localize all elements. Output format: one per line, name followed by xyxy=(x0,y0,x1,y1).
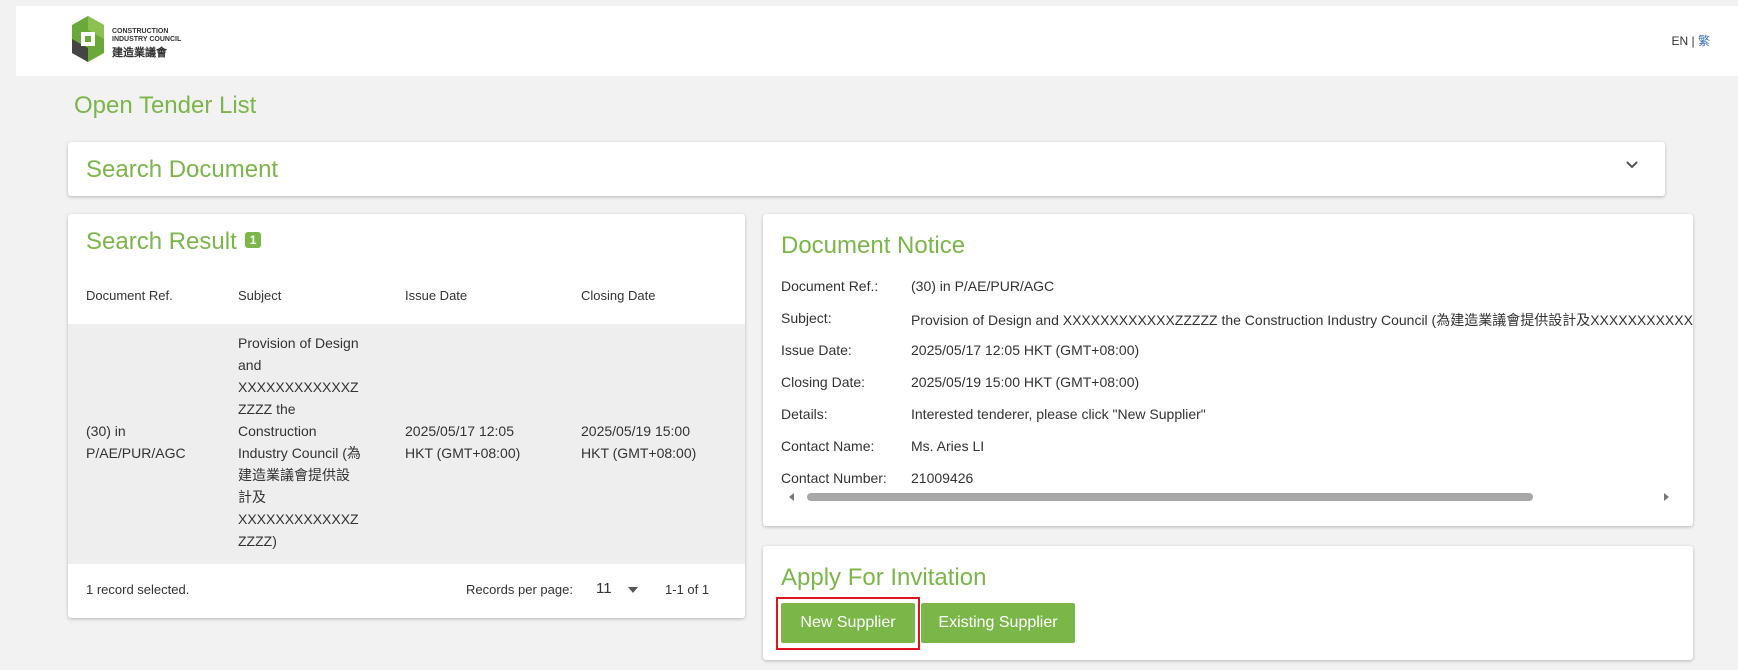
field-label-closing-date: Closing Date: xyxy=(781,374,866,390)
search-result-panel: Search Result 1 Document Ref. Subject Iss… xyxy=(68,214,745,618)
existing-supplier-button[interactable]: Existing Supplier xyxy=(921,603,1075,643)
apply-for-invitation-title: Apply For Invitation xyxy=(781,564,987,591)
records-per-page-label: Records per page: xyxy=(466,582,573,597)
cell-line: Construction xyxy=(238,423,317,439)
field-label-details: Details: xyxy=(781,406,828,422)
scroll-right-icon[interactable] xyxy=(1664,493,1669,501)
cic-logo-icon xyxy=(72,16,104,62)
field-value-document-ref: (30) in P/AE/PUR/AGC xyxy=(911,278,1055,294)
field-value-subject: Provision of Design and XXXXXXXXXXXXZZZZ… xyxy=(911,312,1693,328)
cell-line: 計及 xyxy=(238,489,266,505)
cell-line: 2025/05/19 15:00 xyxy=(581,423,690,439)
field-value-closing-date: 2025/05/19 15:00 HKT (GMT+08:00) xyxy=(911,374,1140,390)
page-title: Open Tender List xyxy=(74,92,257,119)
field-label-contact-number: Contact Number: xyxy=(781,470,887,486)
lang-tc-link[interactable]: 繁 xyxy=(1698,34,1710,48)
cell-subject: Provision of Design and XXXXXXXXXXXXZ ZZ… xyxy=(238,332,361,552)
result-count-badge: 1 xyxy=(244,231,262,248)
cell-line: (30) in xyxy=(86,423,126,439)
records-selected-text: 1 record selected. xyxy=(86,582,190,597)
cell-line: XXXXXXXXXXXXZ xyxy=(238,511,359,527)
language-switcher: EN | 繁 xyxy=(1672,32,1711,49)
column-header-subject[interactable]: Subject xyxy=(238,288,281,303)
cell-line: and xyxy=(238,357,262,373)
field-label-document-ref: Document Ref.: xyxy=(781,278,879,294)
cell-line: Provision of Design xyxy=(238,335,359,351)
cell-line: HKT (GMT+08:00) xyxy=(581,445,697,461)
cell-line: HKT (GMT+08:00) xyxy=(405,445,521,461)
records-per-page-select[interactable]: 11 xyxy=(596,580,612,597)
field-label-issue-date: Issue Date: xyxy=(781,342,852,358)
field-label-contact-name: Contact Name: xyxy=(781,438,875,454)
column-header-document-ref[interactable]: Document Ref. xyxy=(86,288,173,303)
cell-document-ref: (30) in P/AE/PUR/AGC xyxy=(86,420,186,464)
cell-line: 2025/05/17 12:05 xyxy=(405,423,514,439)
logo-chinese-text: 建造業議會 xyxy=(112,47,167,59)
pagination-range: 1-1 of 1 xyxy=(665,582,710,597)
apply-for-invitation-panel: Apply For Invitation New Supplier Existi… xyxy=(763,546,1693,660)
cell-line: XXXXXXXXXXXXZ xyxy=(238,379,359,395)
column-header-issue-date[interactable]: Issue Date xyxy=(405,288,467,303)
chevron-down-icon[interactable] xyxy=(1623,156,1641,174)
cell-line: 建造業議會提供設 xyxy=(238,467,350,483)
lang-en-link[interactable]: EN xyxy=(1672,34,1689,48)
document-notice-panel: Document Notice Document Ref.: (30) in P… xyxy=(763,214,1693,526)
cell-line: P/AE/PUR/AGC xyxy=(86,445,186,461)
field-value-details: Interested tenderer, please click "New S… xyxy=(911,406,1206,422)
top-header: CONSTRUCTION INDUSTRY COUNCIL 建造業議會 EN |… xyxy=(16,6,1738,76)
cell-closing-date: 2025/05/19 15:00 HKT (GMT+08:00) xyxy=(581,420,696,464)
document-notice-title: Document Notice xyxy=(781,232,966,259)
cell-line: ZZZZ) xyxy=(238,533,277,549)
field-value-issue-date: 2025/05/17 12:05 HKT (GMT+08:00) xyxy=(911,342,1140,358)
search-result-label: Search Result xyxy=(86,228,237,255)
search-document-panel[interactable]: Search Document xyxy=(68,142,1665,196)
field-label-subject: Subject: xyxy=(781,310,832,326)
column-header-closing-date[interactable]: Closing Date xyxy=(581,288,655,303)
scrollbar-thumb[interactable] xyxy=(807,493,1533,501)
search-document-label: Search Document xyxy=(86,156,279,183)
logo-text: CONSTRUCTION INDUSTRY COUNCIL xyxy=(112,28,182,43)
field-value-contact-name: Ms. Aries LI xyxy=(911,438,985,454)
scroll-left-icon[interactable] xyxy=(789,493,794,501)
cell-line: Industry Council (為 xyxy=(238,445,361,461)
cic-logo[interactable]: CONSTRUCTION INDUSTRY COUNCIL 建造業議會 xyxy=(70,14,200,68)
cell-issue-date: 2025/05/17 12:05 HKT (GMT+08:00) xyxy=(405,420,520,464)
search-result-title: Search Result 1 xyxy=(86,228,262,256)
horizontal-scrollbar[interactable] xyxy=(781,490,1677,504)
lang-separator: | xyxy=(1691,34,1695,48)
field-value-contact-number: 21009426 xyxy=(911,470,974,486)
caret-down-icon[interactable] xyxy=(628,587,638,593)
new-supplier-button[interactable]: New Supplier xyxy=(781,603,915,643)
cell-line: ZZZZ the xyxy=(238,401,296,417)
